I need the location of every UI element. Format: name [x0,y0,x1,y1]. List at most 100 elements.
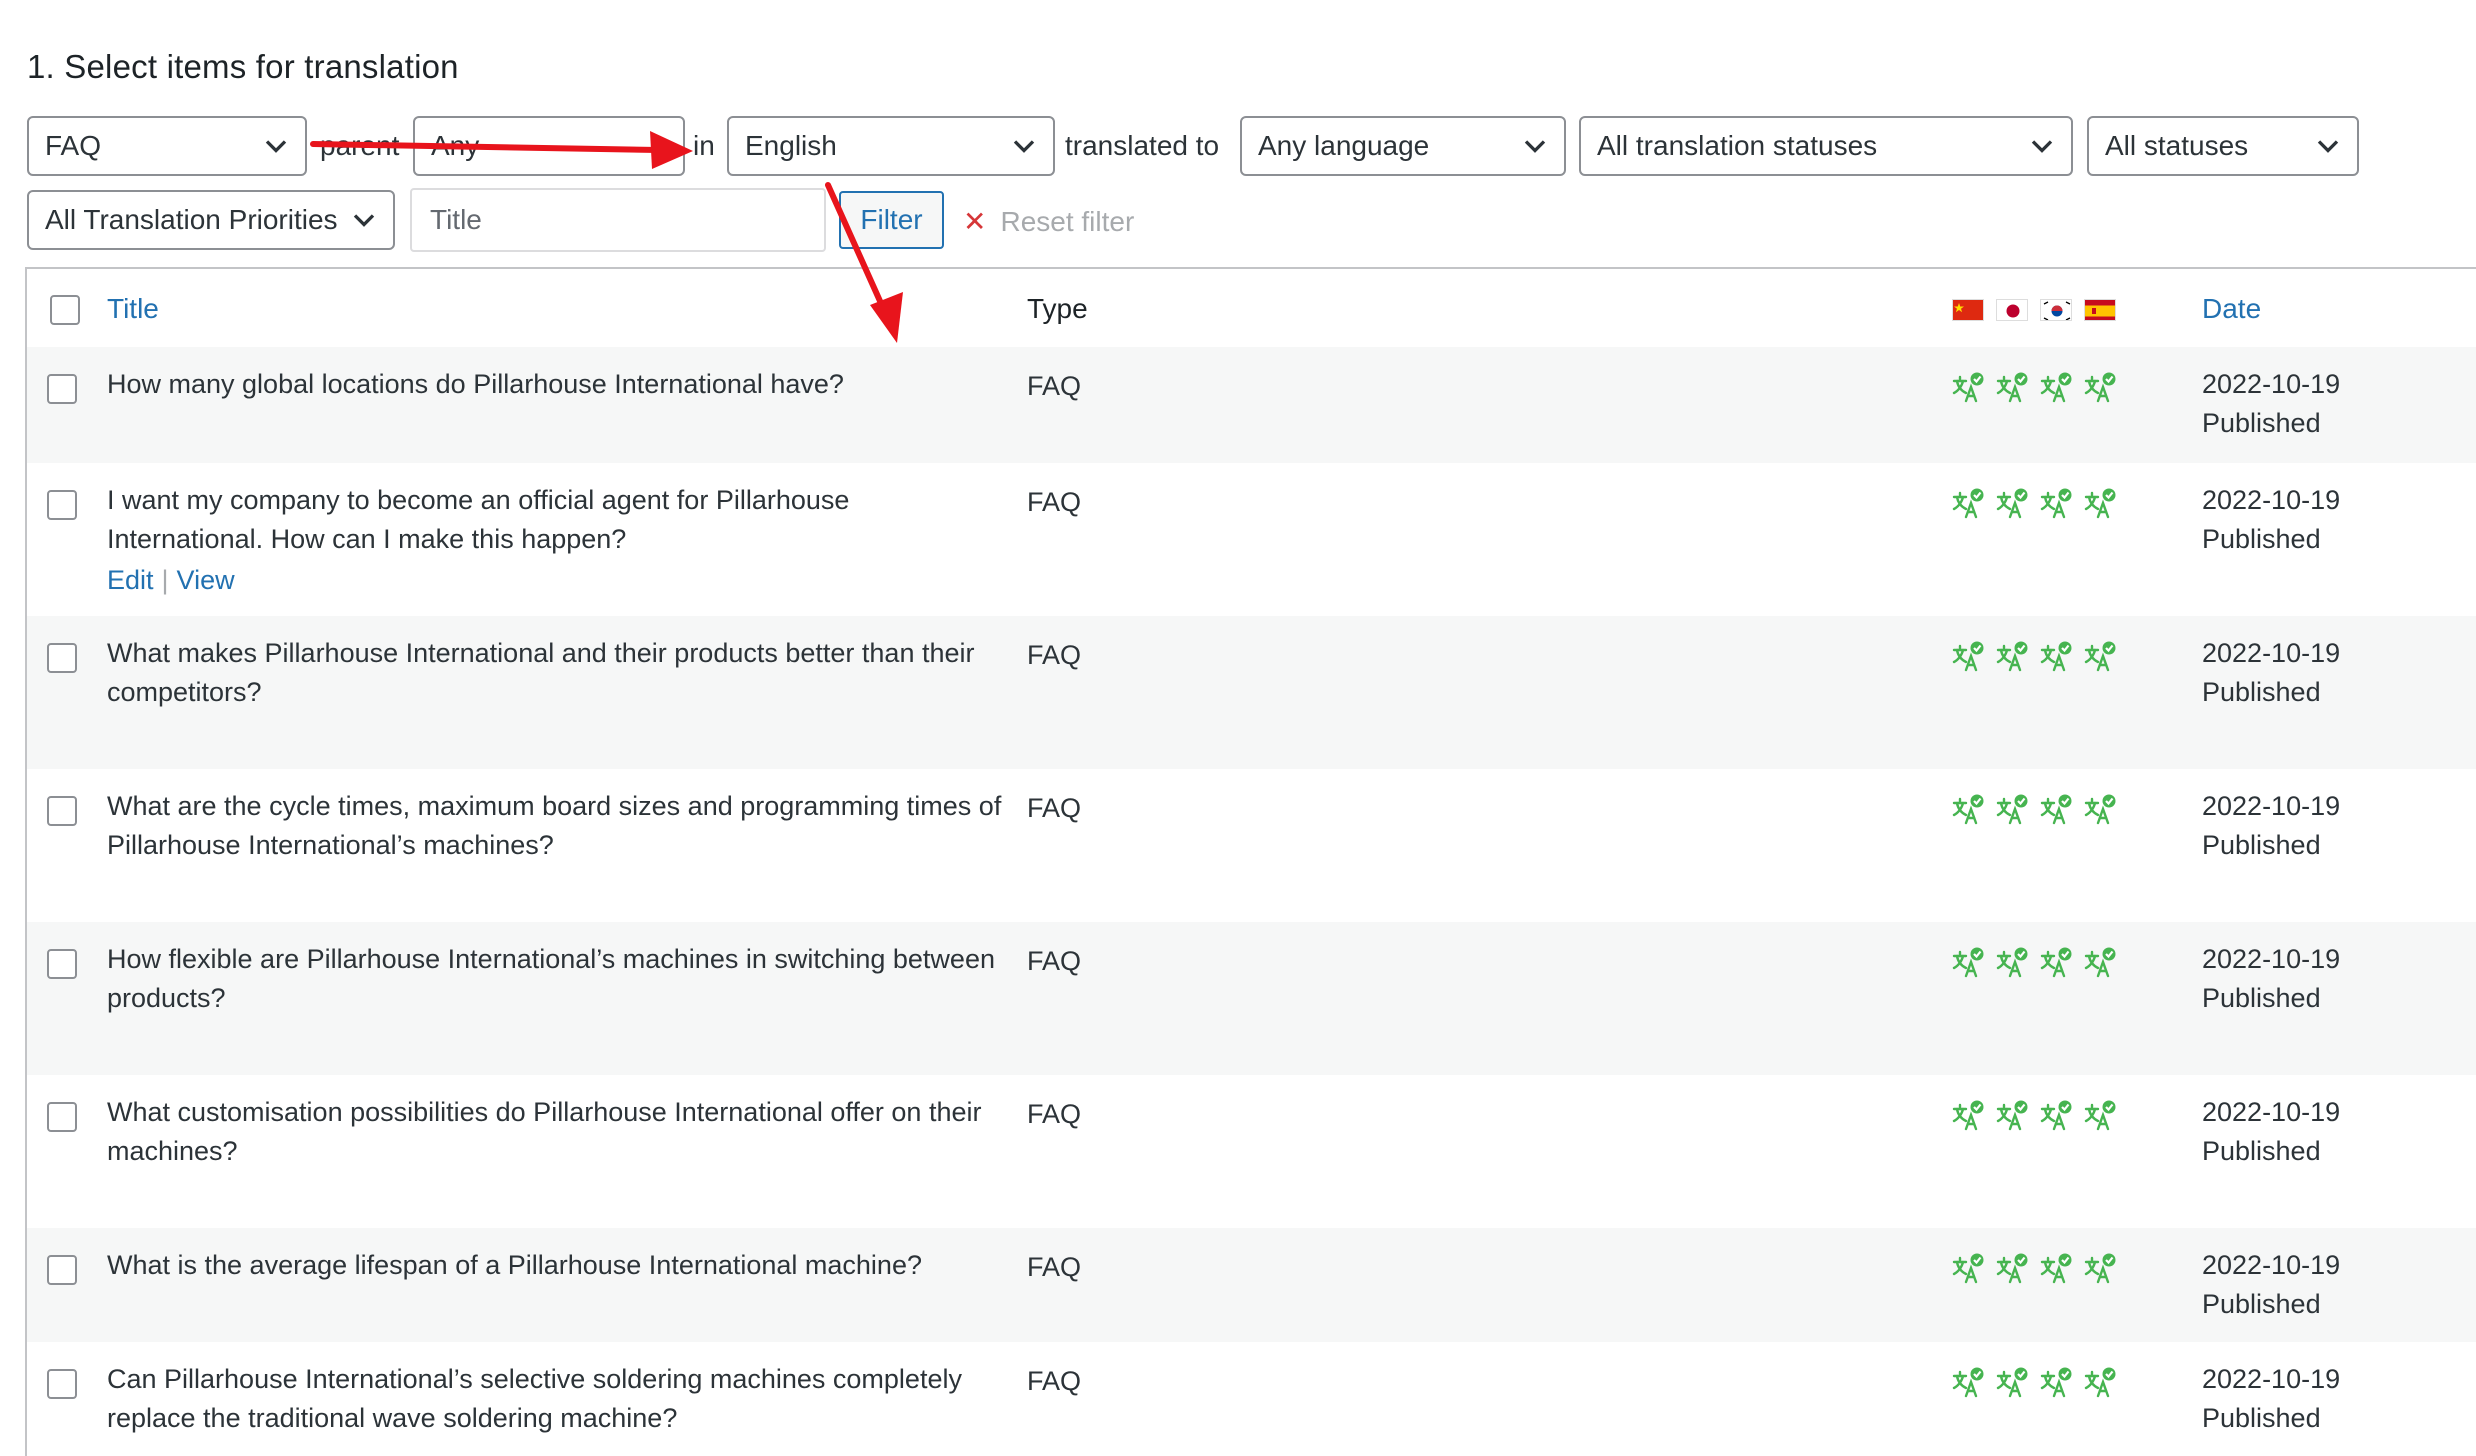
translation-complete-icon[interactable] [1996,793,2028,825]
row-status: Published [2202,408,2321,438]
translation-complete-icon[interactable] [2040,640,2072,672]
row-checkbox[interactable] [47,949,77,979]
chevron-down-icon [1524,140,1546,153]
translation-complete-icon[interactable] [1952,1252,1984,1284]
title-search-input[interactable]: Title [410,188,826,252]
translation-complete-icon[interactable] [1952,1099,1984,1131]
row-checkbox[interactable] [47,1255,77,1285]
reset-filter-label: Reset filter [1000,205,1135,237]
translation-status-icons [1952,487,2116,527]
filter-button[interactable]: Filter [839,191,944,249]
target-language-value: Any language [1258,130,1430,161]
translated-to-label: translated to [1065,130,1220,161]
chevron-down-icon [265,140,287,153]
translation-complete-icon[interactable] [2084,793,2116,825]
translation-complete-icon[interactable] [1952,946,1984,978]
post-status-select[interactable]: All statuses [2087,116,2359,176]
translation-complete-icon[interactable] [2084,946,2116,978]
translation-complete-icon[interactable] [1996,1366,2028,1398]
spain-flag-icon [2084,299,2116,321]
translation-status-icons [1952,793,2116,833]
translation-complete-icon[interactable] [2040,1366,2072,1398]
row-date-value: 2022-10-19 [2202,944,2341,974]
page-title: 1. Select items for translation [27,48,459,85]
parent-select[interactable]: Any [413,116,685,176]
row-status: Published [2202,1289,2321,1319]
row-type: FAQ [1027,793,1082,823]
translation-complete-icon[interactable] [2084,1366,2116,1398]
translation-complete-icon[interactable] [1952,793,1984,825]
translation-status-select[interactable]: All translation statuses [1579,116,2073,176]
translation-complete-icon[interactable] [1996,487,2028,519]
table-header: Title Type Date [27,269,2476,349]
title-column-header[interactable]: Title [107,293,159,325]
row-checkbox[interactable] [47,374,77,404]
translation-complete-icon[interactable] [2084,487,2116,519]
source-language-value: English [745,130,837,161]
row-status: Published [2202,1403,2321,1433]
translation-complete-icon[interactable] [1996,640,2028,672]
chevron-down-icon [2031,140,2053,153]
type-column-header: Type [1027,293,1088,324]
row-checkbox[interactable] [47,796,77,826]
row-date: 2022-10-19 Published [2202,481,2340,559]
translation-complete-icon[interactable] [2040,793,2072,825]
translation-status-icons [1952,1366,2116,1406]
chevron-down-icon [1013,140,1035,153]
source-language-select[interactable]: English [727,116,1055,176]
row-checkbox[interactable] [47,1102,77,1132]
translation-status-icons [1952,371,2116,411]
row-title-text: How many global locations do Pillarhouse… [107,369,844,399]
table-row: What customisation possibilities do Pill… [27,1075,2476,1228]
translation-complete-icon[interactable] [1996,1099,2028,1131]
translation-complete-icon[interactable] [2084,371,2116,403]
translation-priority-select[interactable]: All Translation Priorities [27,190,395,250]
translation-complete-icon[interactable] [1952,1366,1984,1398]
date-column-header[interactable]: Date [2202,293,2261,325]
translation-complete-icon[interactable] [2084,640,2116,672]
translation-complete-icon[interactable] [1952,371,1984,403]
row-checkbox[interactable] [47,643,77,673]
row-title: How many global locations do Pillarhouse… [107,365,1007,404]
row-title: What is the average lifespan of a Pillar… [107,1246,1007,1285]
view-link[interactable]: View [177,565,235,595]
translation-complete-icon[interactable] [2040,487,2072,519]
row-title: What makes Pillarhouse International and… [107,634,1007,712]
row-date: 2022-10-19 Published [2202,1093,2340,1171]
translation-complete-icon[interactable] [1952,487,1984,519]
row-date: 2022-10-19 Published [2202,1246,2340,1324]
translation-status-icons [1952,1252,2116,1292]
korea-flag-icon [2040,299,2072,321]
row-date-value: 2022-10-19 [2202,791,2341,821]
reset-filter-link[interactable]: ✕ Reset filter [963,205,1134,238]
translation-complete-icon[interactable] [1996,946,2028,978]
target-language-select[interactable]: Any language [1240,116,1566,176]
edit-link[interactable]: Edit [107,565,154,595]
row-status: Published [2202,677,2321,707]
table-row: What makes Pillarhouse International and… [27,616,2476,769]
china-flag-icon [1952,299,1984,321]
row-title: I want my company to become an official … [107,481,1007,600]
translation-complete-icon[interactable] [1996,371,2028,403]
row-actions: Edit | View [107,561,1007,600]
translation-complete-icon[interactable] [1952,640,1984,672]
translation-complete-icon[interactable] [2040,1099,2072,1131]
row-type: FAQ [1027,640,1082,670]
action-separator: | [161,565,169,595]
row-type: FAQ [1027,1252,1082,1282]
row-checkbox[interactable] [47,490,77,520]
row-title-text: What customisation possibilities do Pill… [107,1097,982,1166]
translation-complete-icon[interactable] [2040,946,2072,978]
row-status: Published [2202,1136,2321,1166]
post-type-value: FAQ [45,130,102,161]
row-status: Published [2202,830,2321,860]
post-type-select[interactable]: FAQ [27,116,307,176]
select-all-checkbox[interactable] [50,295,80,325]
row-checkbox[interactable] [47,1369,77,1399]
translation-complete-icon[interactable] [2084,1099,2116,1131]
table-row: How many global locations do Pillarhouse… [27,347,2476,463]
translation-complete-icon[interactable] [2084,1252,2116,1284]
translation-complete-icon[interactable] [2040,371,2072,403]
translation-complete-icon[interactable] [1996,1252,2028,1284]
translation-complete-icon[interactable] [2040,1252,2072,1284]
